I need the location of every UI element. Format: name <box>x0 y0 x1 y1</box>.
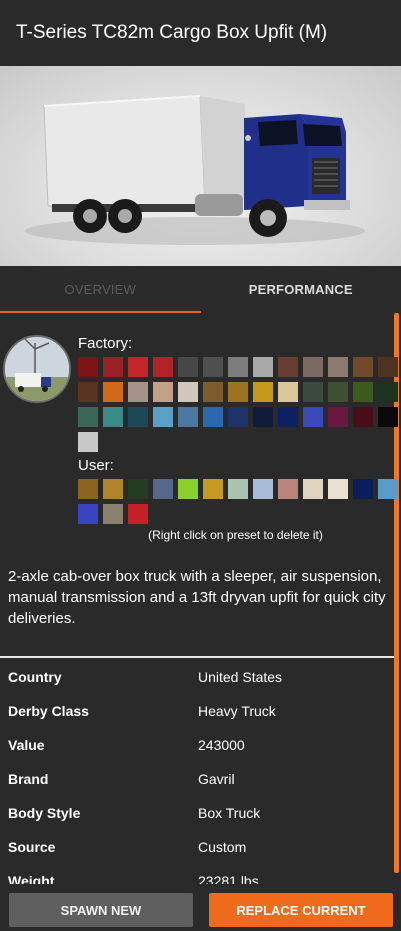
user-color-swatch[interactable] <box>103 479 123 499</box>
divider <box>0 656 394 658</box>
user-color-swatch[interactable] <box>278 479 298 499</box>
factory-color-swatch[interactable] <box>128 382 148 402</box>
factory-color-swatch[interactable] <box>303 382 323 402</box>
user-color-swatch[interactable] <box>253 479 273 499</box>
factory-color-swatch[interactable] <box>228 382 248 402</box>
factory-color-swatch[interactable] <box>78 357 98 377</box>
factory-color-swatch[interactable] <box>353 357 373 377</box>
factory-color-swatch[interactable] <box>328 382 348 402</box>
spec-key: Body Style <box>8 805 81 821</box>
spec-row: Value 243000 <box>8 737 388 771</box>
factory-color-swatch[interactable] <box>253 357 273 377</box>
vehicle-preview <box>0 66 401 266</box>
factory-color-swatch[interactable] <box>303 407 323 427</box>
user-label: User: <box>78 457 114 474</box>
spec-value: United States <box>198 669 283 685</box>
config-thumbnail-image <box>5 337 69 401</box>
spec-key: Country <box>8 669 62 685</box>
user-color-swatch[interactable] <box>378 479 398 499</box>
user-color-swatch[interactable] <box>228 479 248 499</box>
tab-overview[interactable]: OVERVIEW <box>0 266 201 313</box>
user-color-swatch[interactable] <box>203 479 223 499</box>
factory-color-swatch[interactable] <box>328 357 348 377</box>
factory-color-swatch[interactable] <box>128 357 148 377</box>
factory-color-swatch[interactable] <box>278 357 298 377</box>
spec-value: 243000 <box>198 737 245 753</box>
tab-bar: OVERVIEW PERFORMANCE <box>0 266 401 313</box>
factory-color-swatch[interactable] <box>153 407 173 427</box>
user-color-swatch[interactable] <box>103 504 123 524</box>
spec-value: Heavy Truck <box>198 703 276 719</box>
user-color-swatch[interactable] <box>153 479 173 499</box>
tab-performance[interactable]: PERFORMANCE <box>201 266 401 313</box>
factory-color-swatch[interactable] <box>353 407 373 427</box>
spec-row: Brand Gavril <box>8 771 388 805</box>
vehicle-title-bar: T-Series TC82m Cargo Box Upfit (M) <box>0 0 401 66</box>
factory-color-swatch[interactable] <box>103 382 123 402</box>
spec-key: Brand <box>8 771 49 787</box>
factory-color-swatch[interactable] <box>278 382 298 402</box>
truck-preview-image <box>25 95 365 245</box>
user-color-swatch[interactable] <box>303 479 323 499</box>
details-panel: Factory: User: (Right click on preset to… <box>0 313 401 931</box>
delete-preset-hint: (Right click on preset to delete it) <box>148 528 323 542</box>
factory-color-swatch[interactable] <box>253 382 273 402</box>
spec-row: Body Style Box Truck <box>8 805 388 839</box>
factory-color-swatch[interactable] <box>228 357 248 377</box>
factory-color-swatch[interactable] <box>78 407 98 427</box>
user-color-swatch[interactable] <box>128 479 148 499</box>
factory-color-swatch[interactable] <box>78 382 98 402</box>
factory-color-swatch[interactable] <box>228 407 248 427</box>
factory-color-swatch[interactable] <box>378 407 398 427</box>
factory-color-swatch[interactable] <box>78 432 98 452</box>
spec-value: Box Truck <box>198 805 261 821</box>
user-color-swatch[interactable] <box>353 479 373 499</box>
factory-color-swatch[interactable] <box>328 407 348 427</box>
factory-color-swatch[interactable] <box>103 407 123 427</box>
factory-color-swatch[interactable] <box>253 407 273 427</box>
page-title: T-Series TC82m Cargo Box Upfit (M) <box>16 22 328 43</box>
factory-color-swatch[interactable] <box>178 407 198 427</box>
spec-value: Gavril <box>198 771 235 787</box>
factory-color-swatch[interactable] <box>178 382 198 402</box>
factory-color-swatch[interactable] <box>153 382 173 402</box>
factory-color-swatch[interactable] <box>353 382 373 402</box>
factory-label: Factory: <box>78 335 133 352</box>
factory-color-swatch[interactable] <box>378 382 398 402</box>
factory-color-swatch[interactable] <box>378 357 398 377</box>
spec-row: Derby Class Heavy Truck <box>8 703 388 737</box>
spec-value: Custom <box>198 839 247 855</box>
spec-key: Value <box>8 737 45 753</box>
factory-color-swatch[interactable] <box>178 357 198 377</box>
factory-color-grid <box>78 357 398 452</box>
factory-color-swatch[interactable] <box>128 407 148 427</box>
spec-key: Derby Class <box>8 703 89 719</box>
config-thumbnail[interactable] <box>3 335 71 403</box>
factory-color-swatch[interactable] <box>278 407 298 427</box>
replace-current-button[interactable]: REPLACE CURRENT <box>209 893 393 927</box>
spec-key: Source <box>8 839 56 855</box>
user-color-swatch[interactable] <box>178 479 198 499</box>
user-color-grid <box>78 479 398 524</box>
factory-color-swatch[interactable] <box>303 357 323 377</box>
user-color-swatch[interactable] <box>78 479 98 499</box>
spawn-new-button[interactable]: SPAWN NEW <box>9 893 193 927</box>
action-bar: SPAWN NEW REPLACE CURRENT <box>0 884 401 931</box>
user-color-swatch[interactable] <box>128 504 148 524</box>
user-color-swatch[interactable] <box>78 504 98 524</box>
factory-color-swatch[interactable] <box>203 382 223 402</box>
user-color-swatch[interactable] <box>328 479 348 499</box>
factory-color-swatch[interactable] <box>203 357 223 377</box>
vehicle-description: 2-axle cab-over box truck with a sleeper… <box>8 568 386 627</box>
factory-color-swatch[interactable] <box>103 357 123 377</box>
spec-row: Source Custom <box>8 839 388 873</box>
factory-color-swatch[interactable] <box>153 357 173 377</box>
spec-row: Country United States <box>8 669 388 703</box>
factory-color-swatch[interactable] <box>203 407 223 427</box>
